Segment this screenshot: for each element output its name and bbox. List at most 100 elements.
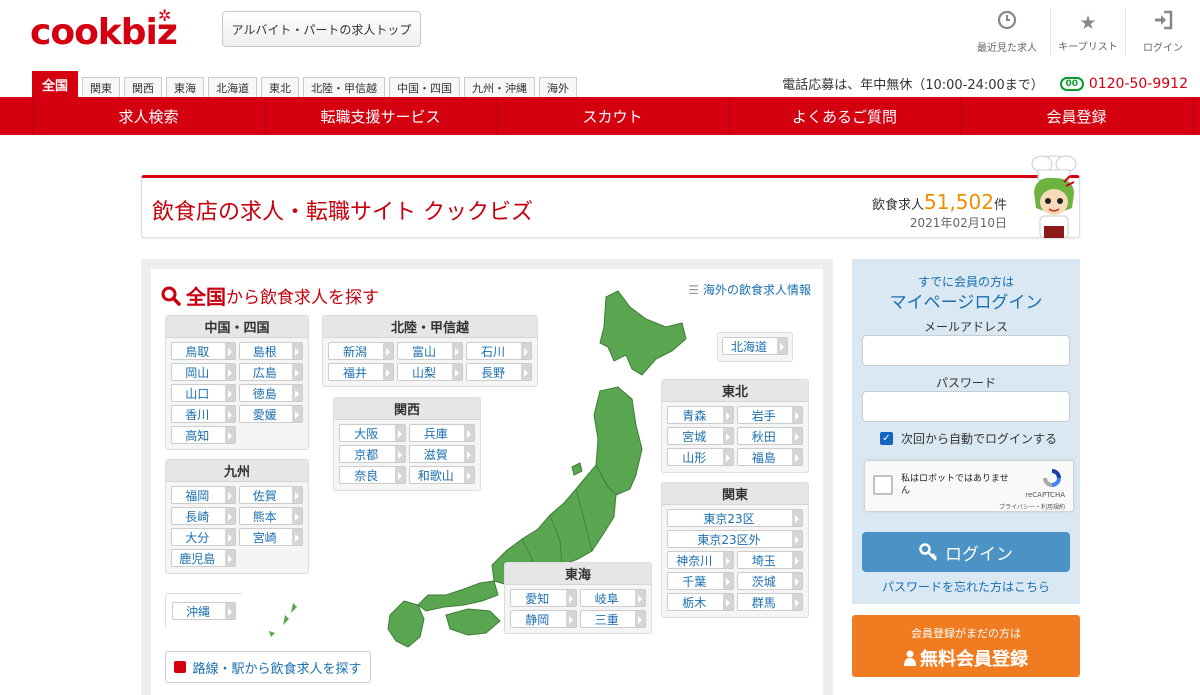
- clock-icon: [997, 10, 1017, 35]
- prefecture-button[interactable]: 埼玉: [736, 551, 803, 569]
- prefecture-button[interactable]: 山梨: [397, 363, 463, 381]
- train-icon: [174, 661, 187, 673]
- region-tab[interactable]: 関東: [82, 77, 121, 97]
- prefecture-button[interactable]: 福島: [736, 448, 803, 466]
- prefecture-button[interactable]: 宮崎: [238, 528, 303, 546]
- login-link[interactable]: ログイン: [1125, 8, 1200, 56]
- email-field[interactable]: [862, 335, 1070, 366]
- logo-star-icon: ✲: [158, 6, 171, 25]
- prefecture-button[interactable]: 茨城: [736, 572, 803, 590]
- nav-register[interactable]: 会員登録: [960, 97, 1192, 135]
- prefecture-button[interactable]: 三重: [579, 610, 646, 628]
- prefecture-button[interactable]: 北海道: [722, 337, 788, 355]
- region-tab[interactable]: 北海道: [208, 77, 258, 97]
- prefecture-button[interactable]: 沖縄: [172, 602, 236, 620]
- prefecture-button[interactable]: 石川: [466, 342, 532, 360]
- login-title: マイページログイン: [889, 293, 1043, 313]
- prefecture-button[interactable]: 福岡: [171, 486, 236, 504]
- remember-login-checkbox[interactable]: ✓ 次回から自動でログインする: [880, 430, 1057, 447]
- site-title: 飲食店の求人・転職サイト クックビズ: [152, 200, 533, 225]
- okinawa-islands-map: [269, 603, 297, 637]
- prefecture-button[interactable]: 静岡: [510, 610, 577, 628]
- prefecture-button[interactable]: 香川: [171, 405, 236, 423]
- prefecture-button[interactable]: 大阪: [339, 424, 406, 442]
- prefecture-button[interactable]: 高知: [171, 426, 236, 444]
- nav-scout[interactable]: スカウト: [496, 97, 728, 135]
- prefecture-button[interactable]: 山形: [667, 448, 734, 466]
- prefecture-button[interactable]: 徳島: [238, 384, 303, 402]
- prefecture-button[interactable]: 鹿児島: [171, 549, 236, 567]
- prefecture-button[interactable]: 長崎: [171, 507, 236, 525]
- prefecture-button[interactable]: 宮城: [667, 427, 734, 445]
- region-tab[interactable]: 中国・四国: [389, 77, 461, 97]
- prefecture-button[interactable]: 大分: [171, 528, 236, 546]
- region-tab[interactable]: 九州・沖縄: [464, 77, 536, 97]
- login-panel: すでに会員の方は マイページログイン メールアドレス パスワード ✓ 次回から自…: [852, 259, 1080, 604]
- prefecture-button[interactable]: 広島: [238, 363, 303, 381]
- nav-job-search[interactable]: 求人検索: [32, 97, 264, 135]
- prefecture-button[interactable]: 山口: [171, 384, 236, 402]
- region-kanto: 関東 東京23区 東京23区外 神奈川 埼玉 千葉 茨城 栃木 群馬: [661, 482, 809, 618]
- prefecture-button[interactable]: 滋賀: [408, 445, 475, 463]
- part-time-top-button[interactable]: アルバイト・パートの求人トップ: [222, 11, 421, 47]
- region-tohoku: 東北 青森 岩手 宮城 秋田 山形 福島: [661, 379, 809, 473]
- keep-list-link[interactable]: ★ キープリスト: [1050, 8, 1125, 56]
- region-tab[interactable]: 東海: [166, 77, 205, 97]
- region-tab[interactable]: 東北: [261, 77, 300, 97]
- region-tab[interactable]: 海外: [539, 77, 578, 97]
- prefecture-button[interactable]: 青森: [667, 406, 734, 424]
- prefecture-button[interactable]: 岐阜: [579, 589, 646, 607]
- region-tabs: 全国 関東 関西 東海 北海道 東北 北陸・甲信越 中国・四国 九州・沖縄 海外: [32, 71, 581, 97]
- prefecture-button[interactable]: 和歌山: [408, 466, 475, 484]
- prefecture-button[interactable]: 新潟: [328, 342, 394, 360]
- region-tab[interactable]: 全国: [32, 71, 79, 97]
- email-label: メールアドレス: [923, 320, 1008, 334]
- free-register-button[interactable]: 会員登録がまだの方は 無料会員登録: [852, 615, 1080, 677]
- prefecture-button[interactable]: 島根: [238, 342, 303, 360]
- freedial-icon: 00: [1059, 76, 1084, 91]
- prefecture-button[interactable]: 東京23区: [667, 509, 803, 527]
- region-tab[interactable]: 北陸・甲信越: [303, 77, 386, 97]
- password-field[interactable]: [862, 391, 1070, 422]
- prefecture-button[interactable]: 東京23区外: [667, 530, 803, 548]
- prefecture-button[interactable]: 千葉: [667, 572, 734, 590]
- phone-info: 電話応募は、年中無休（10:00-24:00まで） 00 0120-50-991…: [782, 74, 1188, 94]
- prefecture-button[interactable]: 群馬: [736, 593, 803, 611]
- prefecture-button[interactable]: 兵庫: [408, 424, 475, 442]
- chef-mascot-image: [1031, 155, 1077, 239]
- prefecture-button[interactable]: 佐賀: [238, 486, 303, 504]
- phone-number[interactable]: 0120-50-9912: [1089, 76, 1188, 92]
- header-icons: 最近見た求人 ★ キープリスト ログイン: [964, 8, 1200, 56]
- password-label: パスワード: [935, 376, 996, 390]
- prefecture-button[interactable]: 岡山: [171, 363, 236, 381]
- region-tokai: 東海 愛知 岐阜 静岡 三重: [504, 562, 652, 634]
- prefecture-button[interactable]: 岩手: [736, 406, 803, 424]
- prefecture-button[interactable]: 栃木: [667, 593, 734, 611]
- main-nav: 求人検索 転職支援サービス スカウト よくあるご質問 会員登録: [0, 97, 1200, 135]
- forgot-password-link[interactable]: パスワードを忘れた方はこちら: [852, 578, 1080, 595]
- job-count: 飲食求人51,502件: [871, 190, 1007, 214]
- login-button[interactable]: ログイン: [862, 532, 1070, 572]
- prefecture-button[interactable]: 富山: [397, 342, 463, 360]
- route-station-search-button[interactable]: 路線・駅から飲食求人を探す: [165, 651, 371, 683]
- prefecture-button[interactable]: 愛知: [510, 589, 577, 607]
- nav-faq[interactable]: よくあるご質問: [728, 97, 960, 135]
- prefecture-button[interactable]: 愛媛: [238, 405, 303, 423]
- prefecture-button[interactable]: 神奈川: [667, 551, 734, 569]
- recaptcha-logo-icon: [1043, 469, 1061, 487]
- prefecture-button[interactable]: 長野: [466, 363, 532, 381]
- nav-career-support[interactable]: 転職支援サービス: [264, 97, 496, 135]
- search-panel: 全国 から飲食求人を探す ☰ 海外の飲食求人情報 中国・四国 鳥取 島根 岡山 …: [141, 259, 833, 695]
- cookbiz-logo[interactable]: cookbiz ✲: [30, 6, 178, 53]
- region-hokkaido: 北海道: [717, 332, 793, 362]
- prefecture-button[interactable]: 奈良: [339, 466, 406, 484]
- prefecture-button[interactable]: 福井: [328, 363, 394, 381]
- region-tab[interactable]: 関西: [124, 77, 163, 97]
- recaptcha-checkbox[interactable]: [873, 475, 893, 495]
- prefecture-button[interactable]: 鳥取: [171, 342, 236, 360]
- prefecture-button[interactable]: 秋田: [736, 427, 803, 445]
- prefecture-button[interactable]: 京都: [339, 445, 406, 463]
- star-icon: ★: [1079, 11, 1097, 34]
- prefecture-button[interactable]: 熊本: [238, 507, 303, 525]
- recent-jobs-link[interactable]: 最近見た求人: [964, 8, 1050, 56]
